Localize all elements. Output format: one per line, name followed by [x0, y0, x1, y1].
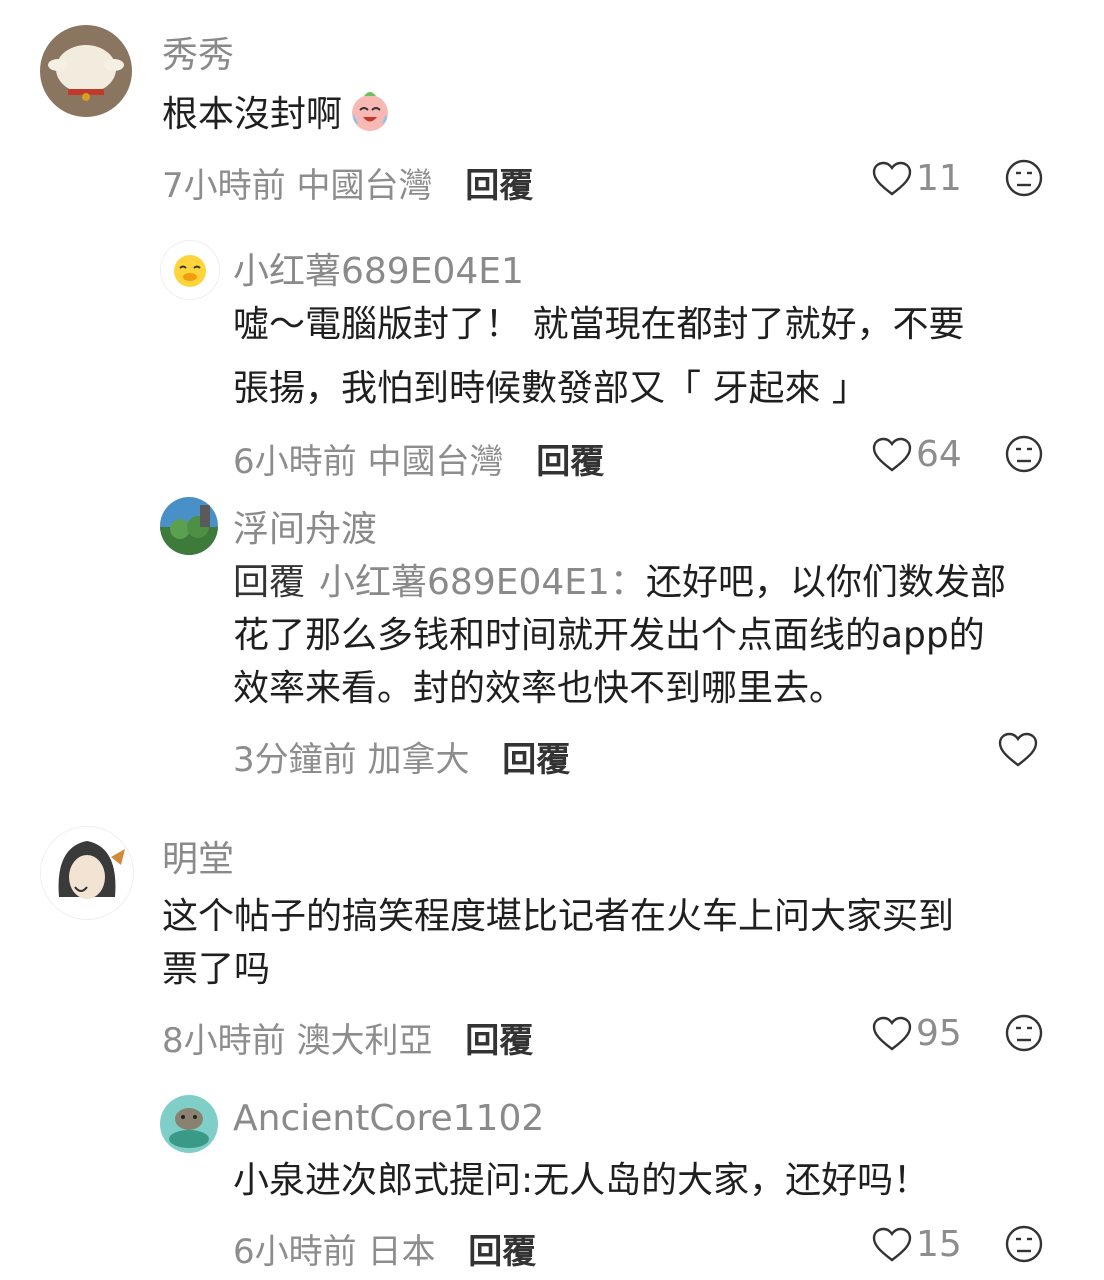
heart-icon	[872, 161, 912, 196]
heart-icon	[872, 1227, 912, 1262]
like-count: 95	[916, 1013, 962, 1054]
heart-icon	[872, 437, 912, 472]
crying-laughing-emoji-icon	[346, 86, 394, 134]
avatar-xiaohongshu[interactable]	[160, 240, 220, 300]
reply-button[interactable]: 回覆	[536, 442, 604, 482]
avatar-xiuxiu[interactable]	[40, 25, 132, 117]
reply-prefix: 回覆	[233, 562, 306, 603]
dislike-face-icon[interactable]	[1004, 158, 1044, 198]
reply-username[interactable]: 浮间舟渡	[233, 500, 377, 552]
reply-button[interactable]: 回覆	[502, 740, 570, 780]
like-button[interactable]: 95	[872, 1013, 962, 1054]
comment-username[interactable]: 明堂	[162, 830, 234, 882]
reply-meta: 6小時前 日本 回覆	[233, 1232, 537, 1272]
reply-target-username[interactable]: 小红薯689E04E1：	[319, 562, 646, 603]
reply-text-line: 回覆 小红薯689E04E1：还好吧，以你们数发部	[233, 562, 1006, 603]
reply-meta: 3分鐘前 加拿大 回覆	[233, 740, 571, 780]
comment-username[interactable]: 秀秀	[162, 26, 234, 78]
reply-text-line: 花了那么多钱和时间就开发出个点面线的app的	[233, 615, 985, 656]
comment-text-line: 这个帖子的搞笑程度堪比记者在火车上问大家买到	[162, 896, 955, 937]
avatar-fujianzhoudu[interactable]	[160, 497, 218, 555]
dislike-face-icon[interactable]	[1004, 1224, 1044, 1264]
comment-meta: 7小時前 中國台灣 回覆	[162, 166, 534, 206]
dislike-face-icon[interactable]	[1004, 434, 1044, 474]
reply-text-line: 小泉进次郎式提问:无人岛的大家，还好吗！	[233, 1160, 930, 1201]
reply-text-line: 噓～電腦版封了！ 就當現在都封了就好，不要	[233, 304, 965, 345]
reply-button[interactable]: 回覆	[465, 1021, 533, 1061]
comment-text: 根本沒封啊	[162, 86, 394, 141]
like-count: 64	[916, 434, 962, 475]
like-button[interactable]	[998, 732, 1042, 768]
reply-button[interactable]: 回覆	[465, 166, 533, 206]
reply-meta: 6小時前 中國台灣 回覆	[233, 442, 605, 482]
comment-meta: 8小時前 澳大利亞 回覆	[162, 1021, 534, 1061]
like-count: 15	[916, 1224, 962, 1265]
reply-button[interactable]: 回覆	[468, 1232, 536, 1272]
avatar-ancientcore[interactable]	[160, 1095, 218, 1153]
heart-icon	[998, 732, 1038, 767]
reply-text-line: 效率来看。封的效率也快不到哪里去。	[233, 668, 846, 709]
avatar-mingtang[interactable]	[40, 826, 134, 920]
reply-text-line: 張揚，我怕到時候數發部又「 牙起來 」	[233, 368, 868, 409]
reply-username[interactable]: 小红薯689E04E1	[233, 242, 524, 294]
reply-username[interactable]: AncientCore1102	[233, 1098, 544, 1139]
like-count: 11	[916, 158, 962, 199]
like-button[interactable]: 64	[872, 434, 962, 475]
like-button[interactable]: 15	[872, 1224, 962, 1265]
comment-text-line: 票了吗	[162, 949, 271, 990]
heart-icon	[872, 1016, 912, 1051]
like-button[interactable]: 11	[872, 158, 962, 199]
dislike-face-icon[interactable]	[1004, 1013, 1044, 1053]
